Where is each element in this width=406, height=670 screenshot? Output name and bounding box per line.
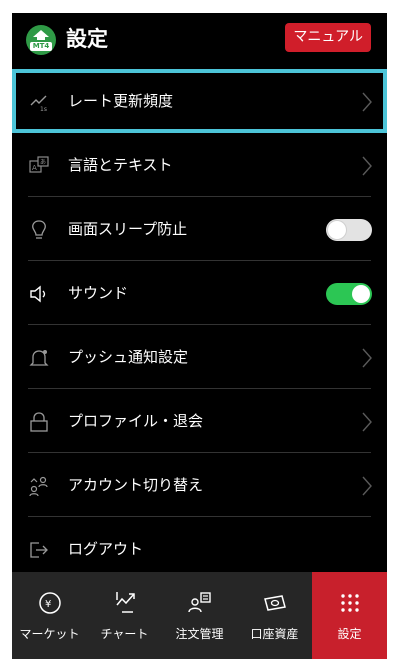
settings-item-label: プロファイル・退会 xyxy=(68,412,204,430)
toggle-knob xyxy=(352,285,370,303)
toggle-knob xyxy=(328,221,346,239)
settings-item-label: アカウント切り替え xyxy=(68,476,204,494)
tab-label: 注文管理 xyxy=(175,627,224,641)
settings-item-sound: サウンド xyxy=(12,261,387,325)
svg-text:A: A xyxy=(32,164,37,172)
app-screen: MT4 設定 マニュアル 1s レート更新頻度 A あ 言語とテキスト 画面スリ… xyxy=(12,13,387,659)
app-logo-icon: MT4 xyxy=(26,25,56,55)
settings-item-label: サウンド xyxy=(68,284,129,302)
speaker-icon xyxy=(30,285,46,303)
settings-item-screen-sleep: 画面スリープ防止 xyxy=(12,197,387,261)
tab-label: チャート xyxy=(100,627,149,641)
market-icon: ¥ xyxy=(39,592,61,614)
chevron-right-icon xyxy=(362,156,372,176)
language-icon: A あ xyxy=(29,156,49,173)
settings-grid-icon xyxy=(341,594,359,612)
sound-toggle[interactable] xyxy=(326,283,372,305)
logout-icon xyxy=(30,542,48,558)
settings-item-push-notifications[interactable]: プッシュ通知設定 xyxy=(12,325,387,389)
settings-item-rate-refresh[interactable]: 1s レート更新頻度 xyxy=(12,69,387,133)
svg-text:¥: ¥ xyxy=(45,599,51,610)
settings-item-language[interactable]: A あ 言語とテキスト xyxy=(12,133,387,197)
tab-label: 設定 xyxy=(337,627,362,641)
order-management-icon xyxy=(188,592,211,613)
settings-list: 1s レート更新頻度 A あ 言語とテキスト 画面スリープ防止 サウンド プッシ… xyxy=(12,69,387,581)
svg-text:あ: あ xyxy=(40,159,46,166)
account-assets-icon xyxy=(264,595,286,611)
settings-item-profile[interactable]: プロファイル・退会 xyxy=(12,389,387,453)
app-header: MT4 設定 マニュアル xyxy=(12,13,387,61)
chevron-right-icon xyxy=(362,348,372,368)
tab-label: 口座資産 xyxy=(250,627,299,641)
settings-item-label: 画面スリープ防止 xyxy=(68,220,188,238)
bottom-tab-bar: ¥ マーケット チャート 注文管理 口座資産 設定 xyxy=(12,572,387,659)
tab-settings[interactable]: 設定 xyxy=(312,572,387,659)
screen-sleep-toggle[interactable] xyxy=(326,219,372,241)
chart-icon xyxy=(116,592,135,613)
tab-market[interactable]: ¥ マーケット xyxy=(12,572,87,659)
settings-item-label: プッシュ通知設定 xyxy=(68,348,189,366)
tab-label: マーケット xyxy=(19,627,80,641)
tab-order-management[interactable]: 注文管理 xyxy=(162,572,237,659)
tab-chart[interactable]: チャート xyxy=(87,572,162,659)
logo-badge: MT4 xyxy=(30,42,52,51)
tab-account-assets[interactable]: 口座資産 xyxy=(237,572,312,659)
settings-item-switch-account[interactable]: アカウント切り替え xyxy=(12,453,387,517)
chevron-right-icon xyxy=(362,476,372,496)
bell-icon xyxy=(29,350,49,366)
settings-item-label: 言語とテキスト xyxy=(68,156,173,174)
rate-refresh-icon: 1s xyxy=(30,95,47,113)
lock-icon xyxy=(30,412,48,432)
svg-text:1s: 1s xyxy=(40,106,47,113)
lightbulb-icon xyxy=(32,220,46,239)
settings-item-label: レート更新頻度 xyxy=(68,92,174,110)
manual-button[interactable]: マニュアル xyxy=(285,23,371,52)
page-title: 設定 xyxy=(66,27,108,51)
chevron-right-icon xyxy=(362,92,372,112)
settings-item-label: ログアウト xyxy=(68,540,144,558)
chevron-right-icon xyxy=(362,412,372,432)
switch-account-icon xyxy=(29,476,48,497)
